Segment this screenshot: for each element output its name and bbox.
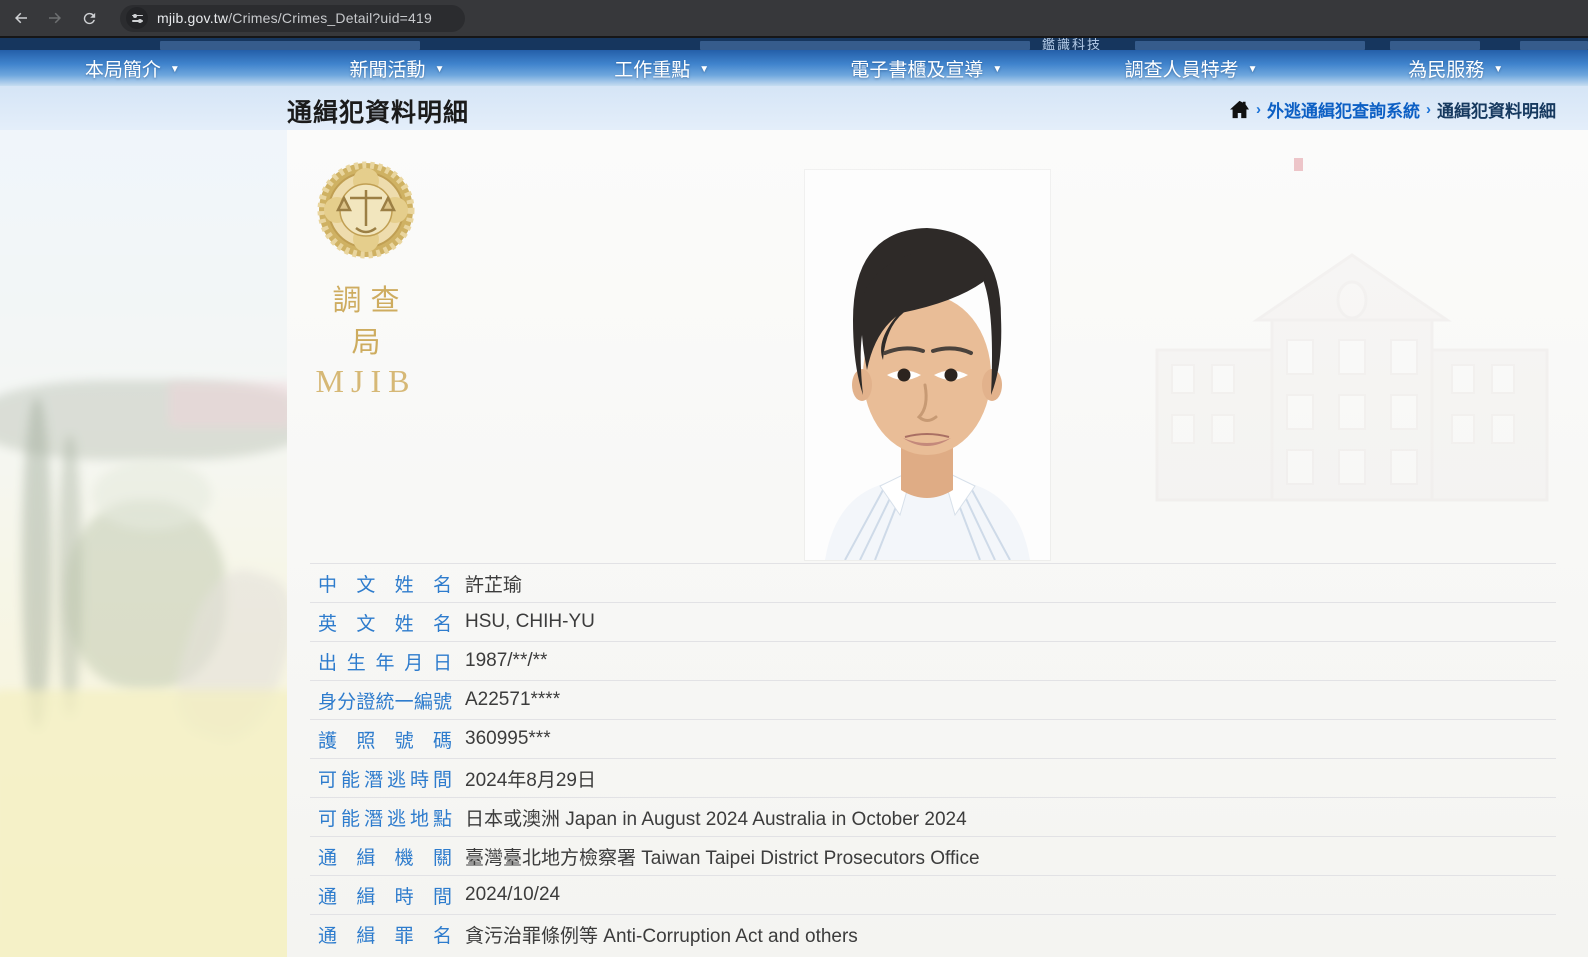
field-value: 貪污治罪條例等 Anti-Corruption Act and others xyxy=(465,921,858,948)
address-bar[interactable]: mjib.gov.tw/Crimes/Crimes_Detail?uid=419 xyxy=(120,5,465,32)
detail-row: 通緝機關 臺灣臺北地方檢察署 Taiwan Taipei District Pr… xyxy=(310,836,1556,875)
field-label: 可能潛逃時間 xyxy=(318,765,452,792)
portrait-illustration xyxy=(805,170,1050,560)
wanted-person-photo xyxy=(805,170,1050,560)
content-area: 調查局 MJIB xyxy=(0,130,1588,957)
field-value: A22571**** xyxy=(465,689,560,711)
field-label: 中文姓名 xyxy=(318,570,452,597)
mjib-badge-icon xyxy=(314,158,418,266)
logo-en-text: MJIB xyxy=(305,363,427,400)
watermark-flowers xyxy=(92,460,212,530)
logo-cn-text: 調查局 xyxy=(314,277,427,361)
site-settings-icon[interactable] xyxy=(126,7,148,29)
page-title-bar: 通緝犯資料明細 › 外逃通緝犯查詢系統 › 通緝犯資料明細 xyxy=(0,86,1588,130)
field-value: 2024年8月29日 xyxy=(465,765,596,792)
breadcrumb-current: 通緝犯資料明細 xyxy=(1437,97,1556,122)
breadcrumb-link[interactable]: 外逃通緝犯查詢系統 xyxy=(1267,97,1420,122)
topbar-block xyxy=(1520,41,1588,50)
url-path: /Crimes/Crimes_Detail?uid=419 xyxy=(228,10,432,26)
field-value: 臺灣臺北地方檢察署 Taiwan Taipei District Prosecu… xyxy=(465,843,980,870)
field-label: 通緝時間 xyxy=(318,882,452,909)
breadcrumb-separator: › xyxy=(1256,101,1261,118)
url-text[interactable]: mjib.gov.tw/Crimes/Crimes_Detail?uid=419 xyxy=(157,10,432,26)
topbar-block xyxy=(160,41,420,50)
topbar-block xyxy=(1135,41,1365,50)
nav-menu-item[interactable]: 工作重點 ▼ xyxy=(529,50,794,86)
field-label: 出生年月日 xyxy=(318,648,452,675)
nav-menu-item[interactable]: 調查人員特考 ▼ xyxy=(1059,50,1324,86)
nav-item-label: 調查人員特考 xyxy=(1125,55,1239,82)
nav-menu-item[interactable]: 新聞活動 ▼ xyxy=(265,50,530,86)
watermark-cypress xyxy=(22,398,52,728)
field-value: 360995*** xyxy=(465,728,551,750)
nav-item-label: 工作重點 xyxy=(614,55,690,82)
topbar-block xyxy=(1390,41,1480,50)
field-label: 通緝機關 xyxy=(318,843,452,870)
chevron-down-icon: ▼ xyxy=(992,62,1002,75)
field-value: 2024/10/24 xyxy=(465,884,560,906)
chevron-down-icon: ▼ xyxy=(699,62,709,75)
back-icon[interactable] xyxy=(4,1,38,35)
nav-item-label: 本局簡介 xyxy=(85,55,161,82)
chevron-down-icon: ▼ xyxy=(1493,62,1503,75)
page-title: 通緝犯資料明細 xyxy=(287,93,469,129)
field-value: 1987/**/** xyxy=(465,650,547,672)
nav-item-label: 為民服務 xyxy=(1408,55,1484,82)
chevron-down-icon: ▼ xyxy=(170,62,180,75)
field-label: 身分證統一編號 xyxy=(318,687,452,714)
forward-icon[interactable] xyxy=(38,1,72,35)
detail-row: 可能潛逃地點 日本或澳洲 Japan in August 2024 Austra… xyxy=(310,797,1556,836)
chevron-down-icon: ▼ xyxy=(1248,62,1258,75)
detail-row: 通緝時間 2024/10/24 xyxy=(310,875,1556,914)
url-domain: mjib.gov.tw xyxy=(157,10,228,26)
detail-table: 中文姓名 許芷瑜 英文姓名 HSU, CHIH-YU 出生年月日 1987/**… xyxy=(310,563,1556,953)
detail-row: 可能潛逃時間 2024年8月29日 xyxy=(310,758,1556,797)
screen: mjib.gov.tw/Crimes/Crimes_Detail?uid=419… xyxy=(0,0,1588,957)
nav-menu-item[interactable]: 本局簡介 ▼ xyxy=(0,50,265,86)
field-label: 護照號碼 xyxy=(318,726,452,753)
site-topbar-clipped: 鑑識科技 xyxy=(0,38,1588,50)
main-nav: 本局簡介 ▼ 新聞活動 ▼ 工作重點 ▼ 電子書櫃及宣導 ▼ 調查人員特考 ▼ … xyxy=(0,50,1588,86)
nav-item-label: 新聞活動 xyxy=(350,55,426,82)
field-value: HSU, CHIH-YU xyxy=(465,611,595,633)
field-label: 英文姓名 xyxy=(318,609,452,636)
breadcrumb: › 外逃通緝犯查詢系統 › 通緝犯資料明細 xyxy=(1229,97,1556,122)
detail-row: 護照號碼 360995*** xyxy=(310,719,1556,758)
topbar-block xyxy=(700,41,1030,50)
watermark-flag xyxy=(1294,158,1303,171)
detail-row: 中文姓名 許芷瑜 xyxy=(310,563,1556,602)
watermark-field xyxy=(0,690,287,957)
nav-item-label: 電子書櫃及宣導 xyxy=(850,55,983,82)
breadcrumb-separator: › xyxy=(1426,101,1431,118)
background-campus-photo xyxy=(0,130,287,957)
home-icon[interactable] xyxy=(1229,100,1250,119)
watermark-building xyxy=(168,382,287,428)
browser-toolbar: mjib.gov.tw/Crimes/Crimes_Detail?uid=419 xyxy=(0,0,1588,38)
field-value: 許芷瑜 xyxy=(465,570,522,597)
field-label: 通緝罪名 xyxy=(318,921,452,948)
detail-row: 身分證統一編號 A22571**** xyxy=(310,680,1556,719)
topbar-partial-text: 鑑識科技 xyxy=(1042,38,1102,50)
nav-menu-item[interactable]: 為民服務 ▼ xyxy=(1323,50,1588,86)
detail-row: 出生年月日 1987/**/** xyxy=(310,641,1556,680)
nav-menu-item[interactable]: 電子書櫃及宣導 ▼ xyxy=(794,50,1059,86)
mjib-logo: 調查局 MJIB xyxy=(305,158,427,400)
field-value: 日本或澳洲 Japan in August 2024 Australia in … xyxy=(465,804,967,831)
field-label: 可能潛逃地點 xyxy=(318,804,452,831)
reload-icon[interactable] xyxy=(72,1,106,35)
detail-row: 英文姓名 HSU, CHIH-YU xyxy=(310,602,1556,641)
chevron-down-icon: ▼ xyxy=(435,62,445,75)
detail-card: 調查局 MJIB xyxy=(287,130,1588,957)
detail-row: 通緝罪名 貪污治罪條例等 Anti-Corruption Act and oth… xyxy=(310,914,1556,953)
